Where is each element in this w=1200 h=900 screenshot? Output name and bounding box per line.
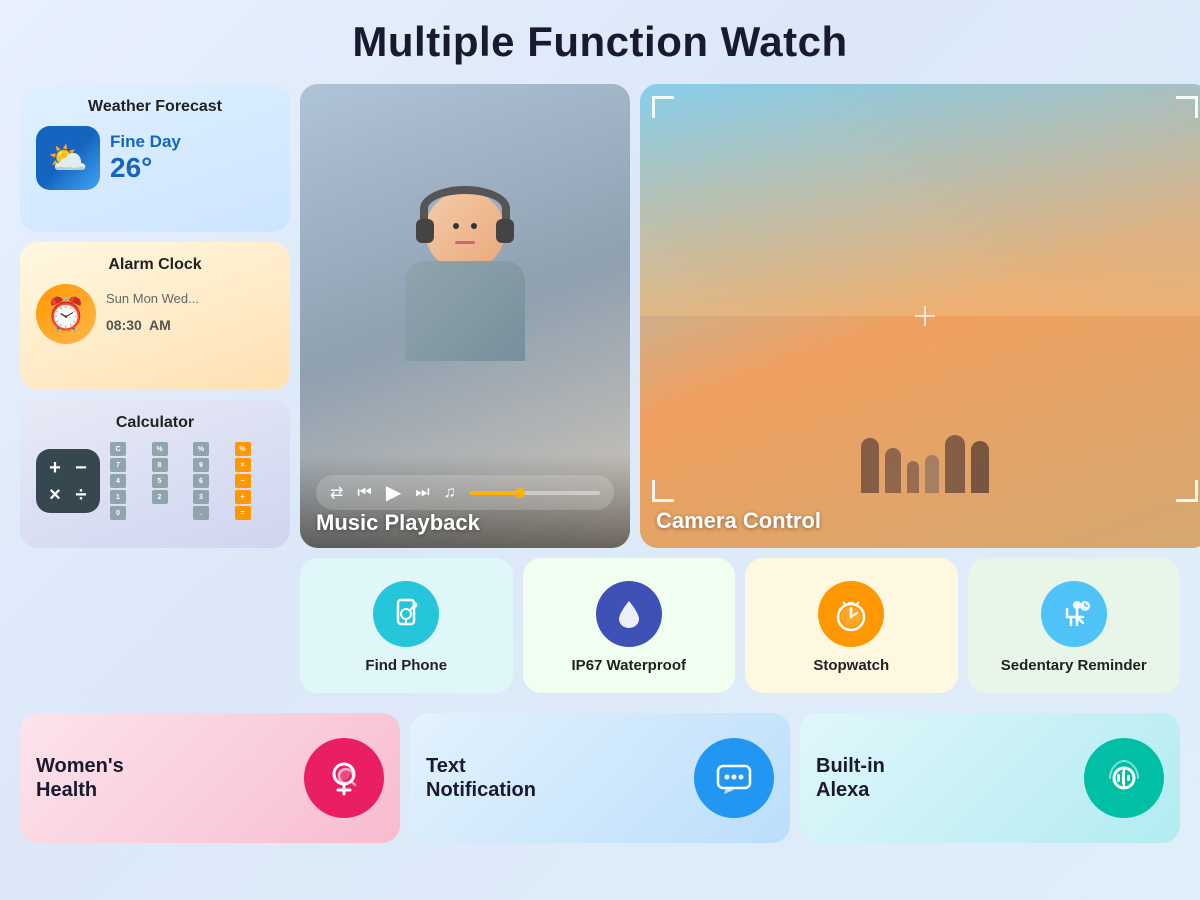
music-controls[interactable]: ⇄ ⏮ ▶ ⏭ ♫ — [316, 475, 614, 510]
stopwatch-label: Stopwatch — [813, 657, 889, 674]
alexa-card: Built-inAlexa — [800, 713, 1180, 843]
alarm-time: 08:30 AM — [106, 306, 199, 337]
sedentary-label: Sedentary Reminder — [1001, 657, 1147, 674]
page-title: Multiple Function Watch — [352, 18, 847, 66]
stopwatch-card: Stopwatch — [745, 558, 958, 693]
calculator-title: Calculator — [36, 414, 274, 432]
sedentary-icon — [1041, 581, 1107, 647]
womens-label: Women'sHealth — [36, 754, 290, 802]
music-note-icon: ♫ — [444, 484, 456, 502]
camera-corner-tr — [1176, 96, 1198, 118]
music-progress[interactable] — [470, 491, 600, 495]
text-notification-card: TextNotification — [410, 713, 790, 843]
prev-icon[interactable]: ⏮ — [357, 484, 371, 502]
camera-overlay: Camera Control — [640, 498, 1200, 548]
find-phone-icon — [373, 581, 439, 647]
alarm-title: Alarm Clock — [36, 256, 274, 274]
weather-icon: ⛅ — [36, 126, 100, 190]
music-overlay: ⇄ ⏮ ▶ ⏭ ♫ Music Playback — [300, 455, 630, 548]
alexa-icon — [1084, 738, 1164, 818]
weather-card: Weather Forecast ⛅ Fine Day 26° — [20, 84, 290, 232]
alarm-days: Sun Mon Wed... — [106, 291, 199, 306]
camera-card: Camera Control — [640, 84, 1200, 548]
find-phone-card: Find Phone — [300, 558, 513, 693]
next-icon[interactable]: ⏭ — [415, 484, 429, 502]
weather-temp: 26° — [110, 152, 152, 184]
camera-corner-tl — [652, 96, 674, 118]
calculator-icon: + − × ÷ — [36, 449, 100, 513]
waterproof-icon — [596, 581, 662, 647]
calculator-card: Calculator + − × ÷ C%%% 789× 456− 123+ 0… — [20, 400, 290, 548]
womens-icon — [304, 738, 384, 818]
waterproof-label: IP67 Waterproof — [572, 657, 686, 674]
camera-crosshair-v — [924, 306, 926, 326]
find-phone-label: Find Phone — [365, 657, 447, 674]
calculator-mini-grid: C%%% 789× 456− 123+ 0.= — [110, 442, 274, 520]
weather-title: Weather Forecast — [36, 98, 274, 116]
music-label: Music Playback — [316, 510, 614, 536]
play-icon[interactable]: ▶ — [386, 480, 401, 505]
text-notif-icon — [694, 738, 774, 818]
alexa-label: Built-inAlexa — [816, 754, 1070, 802]
womens-health-card: Women'sHealth — [20, 713, 400, 843]
text-notif-label: TextNotification — [426, 754, 680, 802]
camera-label: Camera Control — [656, 508, 1194, 534]
stopwatch-icon — [818, 581, 884, 647]
music-card: ⇄ ⏮ ▶ ⏭ ♫ Music Playback — [300, 84, 630, 548]
sedentary-card: Sedentary Reminder — [968, 558, 1181, 693]
alarm-icon: ⏰ — [36, 284, 96, 344]
waterproof-card: IP67 Waterproof — [523, 558, 736, 693]
alarm-card: Alarm Clock ⏰ Sun Mon Wed... 08:30 AM — [20, 242, 290, 390]
weather-desc: Fine Day — [110, 132, 181, 152]
shuffle-icon[interactable]: ⇄ — [330, 483, 343, 503]
